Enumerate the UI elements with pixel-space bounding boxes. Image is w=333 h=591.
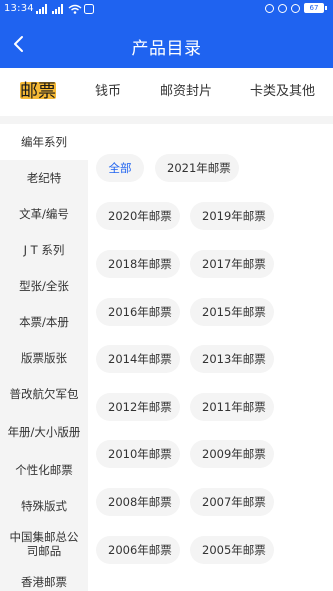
tab-postal-stationery[interactable]: 邮资封片 xyxy=(160,68,212,116)
chip-year[interactable]: 2006年邮票 xyxy=(96,536,180,564)
sidebar-item-old-commemorative[interactable]: 老纪特 xyxy=(0,160,88,196)
status-time: 13:34 xyxy=(4,3,34,14)
chip-year[interactable]: 2014年邮票 xyxy=(96,345,180,373)
sidebar-item-cnpc-items[interactable]: 中国集邮总公司邮品 xyxy=(0,524,88,564)
sidebar-item-personalized[interactable]: 个性化邮票 xyxy=(0,452,88,488)
chip-year[interactable]: 2005年邮票 xyxy=(190,536,274,564)
chip-year[interactable]: 2015年邮票 xyxy=(190,298,274,326)
sidebar-item-label: 特殊版式 xyxy=(21,499,67,513)
chip-year[interactable]: 2012年邮票 xyxy=(96,393,180,421)
chip-label: 2012年邮票 xyxy=(108,400,172,414)
app-bar: 产品目录 xyxy=(0,20,333,68)
sidebar-item-label: 老纪特 xyxy=(26,171,62,185)
sidebar-item-label: 香港邮票 xyxy=(21,575,67,589)
tab-label: 钱币 xyxy=(95,84,122,99)
battery-icon: 67 xyxy=(304,3,327,13)
chip-label: 2007年邮票 xyxy=(202,495,266,509)
sidebar-item-label: 普改航欠军包 xyxy=(9,387,79,401)
chip-year[interactable]: 2013年邮票 xyxy=(190,345,274,373)
cell-signal-icon xyxy=(52,4,63,14)
chip-label: 2015年邮票 xyxy=(202,305,266,319)
chip-year[interactable]: 2020年邮票 xyxy=(96,202,180,230)
battery-level: 67 xyxy=(304,3,324,13)
sidebar-item-label: 个性化邮票 xyxy=(15,463,73,477)
chip-label: 2005年邮票 xyxy=(202,543,266,557)
sidebar-item-label: J T 系列 xyxy=(23,243,65,257)
chip-year[interactable]: 2007年邮票 xyxy=(190,488,274,516)
chip-label: 2021年邮票 xyxy=(167,161,231,175)
year-filter-panel: 全部 2021年邮票 2020年邮票 2019年邮票 2018年邮票 2017年… xyxy=(88,124,333,591)
chip-label: 2008年邮票 xyxy=(108,495,172,509)
tab-label: 邮资封片 xyxy=(160,84,213,99)
clock-icon xyxy=(278,3,287,13)
chip-year[interactable]: 2018年邮票 xyxy=(96,250,180,278)
chip-year[interactable]: 2008年邮票 xyxy=(96,488,180,516)
sidebar-item-sheetlets[interactable]: 型张/全张 xyxy=(0,268,88,304)
sidebar-item-hong-kong[interactable]: 香港邮票 xyxy=(0,564,88,591)
chip-all[interactable]: 全部 xyxy=(96,154,144,182)
sidebar-item-chronological[interactable]: 编年系列 xyxy=(0,124,88,160)
sidebar-item-label: 年册/大小版册 xyxy=(7,425,81,439)
status-right-icons: 67 xyxy=(265,3,327,13)
chip-label: 2020年邮票 xyxy=(108,209,172,223)
sidebar-item-cultural-revolution[interactable]: 文革/编号 xyxy=(0,196,88,232)
chip-year[interactable]: 2009年邮票 xyxy=(190,440,274,468)
chip-label: 2019年邮票 xyxy=(202,209,266,223)
sidebar: 编年系列 老纪特 文革/编号 J T 系列 型张/全张 本票/本册 版票版张 普… xyxy=(0,124,88,591)
chip-label: 全部 xyxy=(108,161,132,175)
sidebar-item-jt-series[interactable]: J T 系列 xyxy=(0,232,88,268)
sidebar-item-yearbooks[interactable]: 年册/大小版册 xyxy=(0,412,88,452)
page-title: 产品目录 xyxy=(131,39,202,59)
cell-signal-icon xyxy=(36,4,47,14)
tab-stamps[interactable]: 邮票 xyxy=(20,68,56,116)
tab-label: 邮票 xyxy=(20,81,56,102)
sidebar-item-label: 编年系列 xyxy=(21,135,67,149)
tab-coins[interactable]: 钱币 xyxy=(95,68,121,116)
chip-year[interactable]: 2019年邮票 xyxy=(190,202,274,230)
alarm-icon xyxy=(265,3,274,13)
notification-icon xyxy=(84,4,94,14)
sidebar-item-label: 版票版张 xyxy=(21,351,67,365)
chip-label: 2016年邮票 xyxy=(108,305,172,319)
chip-label: 2010年邮票 xyxy=(108,447,172,461)
chip-label: 2011年邮票 xyxy=(202,400,266,414)
sidebar-item-label: 本票/本册 xyxy=(19,315,69,329)
chip-label: 2017年邮票 xyxy=(202,257,266,271)
chip-label: 2009年邮票 xyxy=(202,447,266,461)
sidebar-item-label: 文革/编号 xyxy=(19,207,69,221)
chip-label: 2018年邮票 xyxy=(108,257,172,271)
status-bar: 13:34 67 xyxy=(0,0,333,20)
location-icon xyxy=(291,3,300,13)
chip-label: 2014年邮票 xyxy=(108,352,172,366)
sidebar-item-panes[interactable]: 版票版张 xyxy=(0,340,88,376)
tab-cards-other[interactable]: 卡类及其他 xyxy=(250,68,315,116)
wifi-icon xyxy=(68,4,82,14)
category-tabs: 邮票 钱币 邮资封片 卡类及其他 xyxy=(0,68,333,116)
tab-label: 卡类及其他 xyxy=(250,84,316,99)
sidebar-item-special-formats[interactable]: 特殊版式 xyxy=(0,488,88,524)
sidebar-item-label: 型张/全张 xyxy=(19,279,69,293)
sidebar-item-label: 中国集邮总公司邮品 xyxy=(9,530,79,558)
chip-year[interactable]: 2016年邮票 xyxy=(96,298,180,326)
chip-year[interactable]: 2010年邮票 xyxy=(96,440,180,468)
chip-year[interactable]: 2011年邮票 xyxy=(190,393,274,421)
section-divider xyxy=(0,116,333,124)
sidebar-item-definitives[interactable]: 普改航欠军包 xyxy=(0,376,88,412)
chip-year[interactable]: 2021年邮票 xyxy=(155,154,239,182)
chip-year[interactable]: 2017年邮票 xyxy=(190,250,274,278)
chip-label: 2006年邮票 xyxy=(108,543,172,557)
chip-label: 2013年邮票 xyxy=(202,352,266,366)
sidebar-item-booklets[interactable]: 本票/本册 xyxy=(0,304,88,340)
